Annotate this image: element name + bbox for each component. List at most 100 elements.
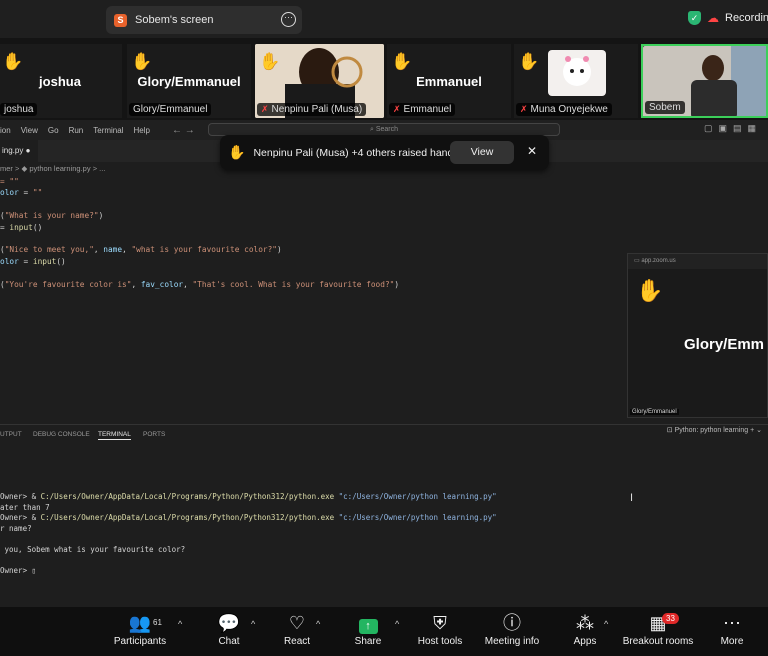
terminal-selector[interactable]: ⊡ Python: python learning + ⌄ <box>667 426 762 434</box>
code-token: input <box>9 222 33 232</box>
terminal-output[interactable]: Owner> & C:/Users/Owner/AppData/Local/Pr… <box>0 492 497 576</box>
participant-tile[interactable]: ✋ joshua joshua <box>0 44 122 118</box>
tab-ports[interactable]: PORTS <box>143 431 165 438</box>
nav-arrows-icon[interactable]: ← → <box>172 125 195 136</box>
meeting-info-button[interactable]: ⓘ Meeting info <box>480 613 544 647</box>
shared-screen-title: Sobem's screen <box>135 14 214 26</box>
host-tools-button[interactable]: ⛨ Host tools <box>414 613 466 647</box>
participant-display-name: joshua <box>39 74 81 89</box>
participant-tile[interactable]: ✋ Emmanuel ✗ Emmanuel <box>387 44 511 118</box>
react-label: React <box>283 636 311 647</box>
active-speaker-tile[interactable]: Sobem <box>641 44 768 118</box>
raised-hands-notification: ✋ Nenpinu Pali (Musa) +4 others raised h… <box>220 135 549 170</box>
code-token: Owner> ▯ <box>0 565 37 575</box>
code-token: name <box>103 245 123 255</box>
menu-run[interactable]: Run <box>69 126 84 135</box>
breadcrumb[interactable]: mer > ◆ python learning.py > ... <box>0 162 105 176</box>
heart-icon: ♡ <box>288 613 306 633</box>
tab-debug-console[interactable]: DEBUG CONSOLE <box>33 431 90 438</box>
tab-output[interactable]: UTPUT <box>0 431 22 438</box>
raised-hand-icon: ✋ <box>391 52 413 71</box>
apps-button[interactable]: ⁂ Apps <box>566 613 604 647</box>
layout-controls-icon[interactable]: ▢▣▤▦ <box>704 123 762 134</box>
more-label: More <box>720 636 744 647</box>
react-caret-icon[interactable]: ^ <box>316 619 320 629</box>
react-button[interactable]: ♡ React <box>278 613 316 647</box>
code-token: C:/Users/Owner/AppData/Local/Programs/Py… <box>40 513 335 522</box>
recording-label: Recording <box>725 12 768 24</box>
more-icon: ⋯ <box>723 613 741 633</box>
code-token: "c:/Users/Owner/python learning.py" <box>334 513 497 522</box>
code-token: "You're favourite color is" <box>4 279 132 289</box>
panel-tab-row: UTPUT DEBUG CONSOLE TERMINAL PORTS <box>0 424 768 440</box>
notification-text: Nenpinu Pali (Musa) +4 others raised han… <box>253 146 459 159</box>
participant-tile[interactable]: ✋ Glory/Emmanuel Glory/Emmanuel <box>127 44 251 118</box>
participant-label-text: joshua <box>4 104 34 115</box>
menu-help[interactable]: Help <box>133 126 149 135</box>
participant-label-text: Sobem <box>649 102 681 113</box>
ibeam-cursor-icon: I <box>630 492 634 504</box>
chat-caret-icon[interactable]: ^ <box>251 619 255 629</box>
more-options-icon[interactable]: ··· <box>281 12 296 27</box>
code-token: you, Sobem what is your favourite color? <box>0 544 186 554</box>
shared-screen-tab[interactable]: S Sobem's screen ··· <box>106 6 302 34</box>
host-tools-label: Host tools <box>417 636 463 647</box>
code-token: C:/Users/Owner/AppData/Local/Programs/Py… <box>40 492 335 501</box>
participant-name-label: Glory/Emmanuel <box>129 103 212 116</box>
menu-go[interactable]: Go <box>48 126 59 135</box>
more-button[interactable]: ⋯ More <box>714 613 750 647</box>
meeting-info-label: Meeting info <box>484 636 540 647</box>
code-token: ) <box>98 211 104 221</box>
mini-window-url: ▭ app.zoom.us <box>628 254 767 269</box>
chat-button[interactable]: 💬 Chat <box>210 613 248 647</box>
code-token: olor <box>0 256 19 266</box>
breakout-rooms-button[interactable]: ▦ Breakout rooms <box>620 613 696 647</box>
muted-mic-icon: ✗ <box>520 104 528 114</box>
share-screen-icon: ↑ <box>348 613 388 634</box>
participant-gallery: ✋ joshua joshua ✋ Glory/Emmanuel Glory/E… <box>0 38 768 120</box>
participant-tile[interactable]: ✋ ✗ Muna Onyejekwe <box>514 44 638 118</box>
participants-caret-icon[interactable]: ^ <box>178 619 182 629</box>
participant-tile[interactable]: ✋ ✗ Nenpinu Pali (Musa) <box>255 44 384 118</box>
breakout-grid-icon: ▦ <box>649 613 667 633</box>
code-token: = "" <box>0 177 19 186</box>
participant-name-label: ✗ Muna Onyejekwe <box>516 103 612 116</box>
menu-selection[interactable]: ion <box>0 126 11 135</box>
participant-name-label: joshua <box>0 103 38 116</box>
recording-indicator[interactable]: ✓ ☁ Recording <box>688 8 768 28</box>
code-token: "" <box>32 188 43 198</box>
participant-label-text: Glory/Emmanuel <box>133 104 208 115</box>
editor-tab-active[interactable]: ing.py ● <box>0 140 39 162</box>
code-token: ) <box>277 245 282 255</box>
floating-video-window[interactable]: ▭ app.zoom.us ✋ Glory/Emm Glory/Emmanuel <box>627 253 768 418</box>
chat-label: Chat <box>218 636 240 647</box>
close-icon[interactable]: ✕ <box>527 144 537 158</box>
share-caret-icon[interactable]: ^ <box>395 619 399 629</box>
terminal-line: r name? <box>0 524 497 535</box>
mini-window-url-text: app.zoom.us <box>641 258 676 264</box>
code-token: () <box>56 256 66 266</box>
menu-terminal[interactable]: Terminal <box>93 126 123 135</box>
code-token: () <box>32 222 43 232</box>
apps-caret-icon[interactable]: ^ <box>604 619 608 629</box>
participant-name-label: ✗ Nenpinu Pali (Musa) <box>257 103 367 116</box>
apps-icon: ⁂ <box>576 613 594 633</box>
code-token: "what is your favourite color?" <box>131 245 277 255</box>
code-token: = <box>0 222 10 232</box>
code-line: = input() <box>0 222 399 233</box>
code-token: ater than 7 <box>0 502 50 512</box>
code-editor[interactable]: = "" olor = "" ("What is your name?") = in… <box>0 176 399 290</box>
breakout-label: Breakout rooms <box>622 636 694 647</box>
tab-terminal[interactable]: TERMINAL <box>98 431 131 440</box>
share-button[interactable]: ↑ Share <box>348 613 388 647</box>
code-token: = <box>18 256 33 266</box>
code-line: olor = input() <box>0 256 399 267</box>
code-line: ("Nice to meet you,", name, "what is you… <box>0 244 399 255</box>
menu-view[interactable]: View <box>21 126 38 135</box>
view-button[interactable]: View <box>450 141 514 164</box>
code-token: r name? <box>0 523 32 533</box>
